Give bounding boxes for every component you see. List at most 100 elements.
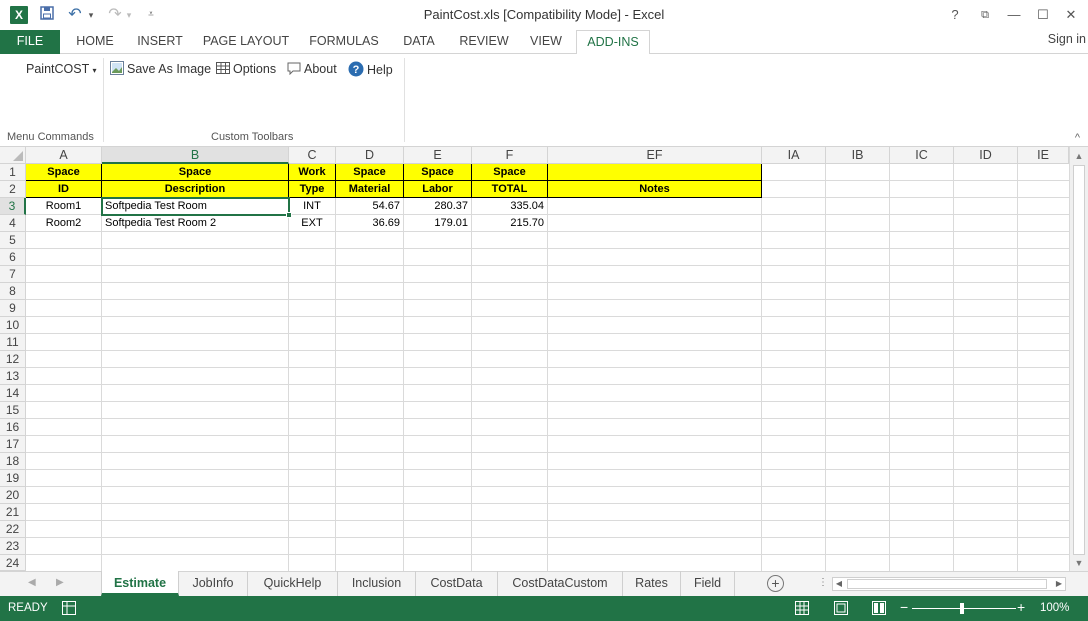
row-header[interactable]: 7 [0, 266, 26, 283]
cell-b4[interactable]: Softpedia Test Room 2 [102, 215, 288, 232]
horizontal-scrollbar[interactable]: ◀ ▶ [832, 577, 1066, 591]
close-button[interactable]: ✕ [1060, 5, 1082, 25]
column-header-e[interactable]: E [404, 147, 472, 164]
tab-page-layout[interactable]: PAGE LAYOUT [196, 30, 296, 54]
scroll-sheets-left-icon[interactable]: ◀ [28, 577, 36, 588]
row-header[interactable]: 18 [0, 453, 26, 470]
row-header[interactable]: 15 [0, 402, 26, 419]
cell-a2[interactable]: ID [26, 181, 101, 198]
tab-data[interactable]: DATA [392, 30, 446, 54]
cell-f1[interactable]: Space [472, 164, 547, 181]
minimize-button[interactable]: — [1003, 5, 1025, 25]
cell-b1[interactable]: Space [102, 164, 288, 181]
cell-ef1[interactable] [548, 164, 761, 181]
tab-view[interactable]: VIEW [522, 30, 570, 54]
row-header[interactable]: 20 [0, 487, 26, 504]
row-header[interactable]: 24 [0, 555, 26, 571]
cell-ef2[interactable]: Notes [548, 181, 761, 198]
paintcost-menu-button[interactable]: PaintCOST ▾ [26, 61, 97, 79]
horizontal-scroll-thumb[interactable] [847, 579, 1047, 589]
cell-c3[interactable]: INT [289, 198, 335, 215]
column-header-b[interactable]: B [102, 147, 289, 164]
page-break-preview-icon[interactable] [872, 601, 886, 618]
tab-home[interactable]: HOME [66, 30, 124, 54]
cell-f2[interactable]: TOTAL [472, 181, 547, 198]
cell-e3[interactable]: 280.37 [404, 198, 471, 215]
help-icon[interactable]: ? [944, 5, 966, 25]
zoom-slider-track[interactable] [912, 608, 1016, 609]
scroll-down-icon[interactable]: ▼ [1073, 557, 1085, 569]
new-sheet-plus-icon[interactable]: + [767, 575, 784, 592]
row-header[interactable]: 21 [0, 504, 26, 521]
zoom-level[interactable]: 100% [1040, 602, 1069, 614]
collapse-ribbon-icon[interactable]: ^ [1075, 132, 1080, 144]
row-header[interactable]: 9 [0, 300, 26, 317]
row-header[interactable]: 16 [0, 419, 26, 436]
options-button[interactable]: Options [216, 61, 276, 79]
sheet-tab-estimate[interactable]: Estimate [101, 571, 179, 596]
cell-a1[interactable]: Space [26, 164, 101, 181]
tab-insert[interactable]: INSERT [128, 30, 192, 54]
zoom-in-button[interactable]: + [1017, 599, 1025, 615]
cell-c2[interactable]: Type [289, 181, 335, 198]
row-header[interactable]: 10 [0, 317, 26, 334]
row-header[interactable]: 1 [0, 164, 26, 181]
row-header[interactable]: 3 [0, 198, 26, 215]
zoom-slider-thumb[interactable] [960, 603, 964, 614]
sign-in-link[interactable]: Sign in [1048, 32, 1086, 46]
sheet-tab-jobinfo[interactable]: JobInfo [179, 571, 248, 596]
row-header[interactable]: 6 [0, 249, 26, 266]
row-header[interactable]: 5 [0, 232, 26, 249]
sheet-tab-costdatacustom[interactable]: CostDataCustom [498, 571, 623, 596]
tab-review[interactable]: REVIEW [452, 30, 516, 54]
row-header[interactable]: 19 [0, 470, 26, 487]
zoom-out-button[interactable]: − [900, 599, 908, 615]
cell-e2[interactable]: Labor [404, 181, 471, 198]
row-header[interactable]: 11 [0, 334, 26, 351]
column-header-ib[interactable]: IB [826, 147, 890, 164]
scroll-right-icon[interactable]: ▶ [1053, 578, 1065, 590]
cell-e4[interactable]: 179.01 [404, 215, 471, 232]
sheet-tab-inclusion[interactable]: Inclusion [338, 571, 416, 596]
sheet-tab-quickhelp[interactable]: QuickHelp [248, 571, 338, 596]
vertical-scrollbar[interactable]: ▲ ▼ [1069, 147, 1088, 571]
column-header-a[interactable]: A [26, 147, 102, 164]
page-layout-view-icon[interactable] [834, 601, 848, 618]
row-header[interactable]: 13 [0, 368, 26, 385]
cell-d1[interactable]: Space [336, 164, 403, 181]
row-header[interactable]: 8 [0, 283, 26, 300]
row-header[interactable]: 23 [0, 538, 26, 555]
sheet-tab-rates[interactable]: Rates [623, 571, 681, 596]
column-header-ie[interactable]: IE [1018, 147, 1069, 164]
row-header[interactable]: 12 [0, 351, 26, 368]
cell-b2[interactable]: Description [102, 181, 288, 198]
scroll-up-icon[interactable]: ▲ [1073, 150, 1085, 162]
vertical-scroll-thumb[interactable] [1073, 165, 1085, 555]
split-handle-icon[interactable]: ⋮ [818, 577, 828, 588]
cell-d2[interactable]: Material [336, 181, 403, 198]
tab-add-ins[interactable]: ADD-INS [576, 30, 650, 55]
cell-c1[interactable]: Work [289, 164, 335, 181]
column-header-ic[interactable]: IC [890, 147, 954, 164]
save-as-image-button[interactable]: Save As Image [110, 61, 211, 79]
cell-f3[interactable]: 335.04 [472, 198, 547, 215]
maximize-button[interactable]: ☐ [1032, 5, 1054, 25]
row-header[interactable]: 4 [0, 215, 26, 232]
fill-handle[interactable] [286, 212, 292, 218]
tab-file[interactable]: FILE [0, 30, 60, 54]
column-header-ef[interactable]: EF [548, 147, 762, 164]
cell-a4[interactable]: Room2 [26, 215, 101, 232]
about-button[interactable]: About [287, 61, 337, 79]
column-header-d[interactable]: D [336, 147, 404, 164]
row-header[interactable]: 2 [0, 181, 26, 198]
ribbon-display-options-icon[interactable]: ⧉ [974, 5, 996, 25]
cell-e1[interactable]: Space [404, 164, 471, 181]
cell-area[interactable]: Space Space Work Space Space Space ID De… [26, 164, 1069, 571]
select-all-corner[interactable] [0, 147, 26, 164]
cell-d3[interactable]: 54.67 [336, 198, 403, 215]
row-header[interactable]: 14 [0, 385, 26, 402]
normal-view-icon[interactable] [795, 601, 809, 618]
cell-d4[interactable]: 36.69 [336, 215, 403, 232]
help-button[interactable]: ? Help [348, 61, 393, 79]
column-header-id[interactable]: ID [954, 147, 1018, 164]
